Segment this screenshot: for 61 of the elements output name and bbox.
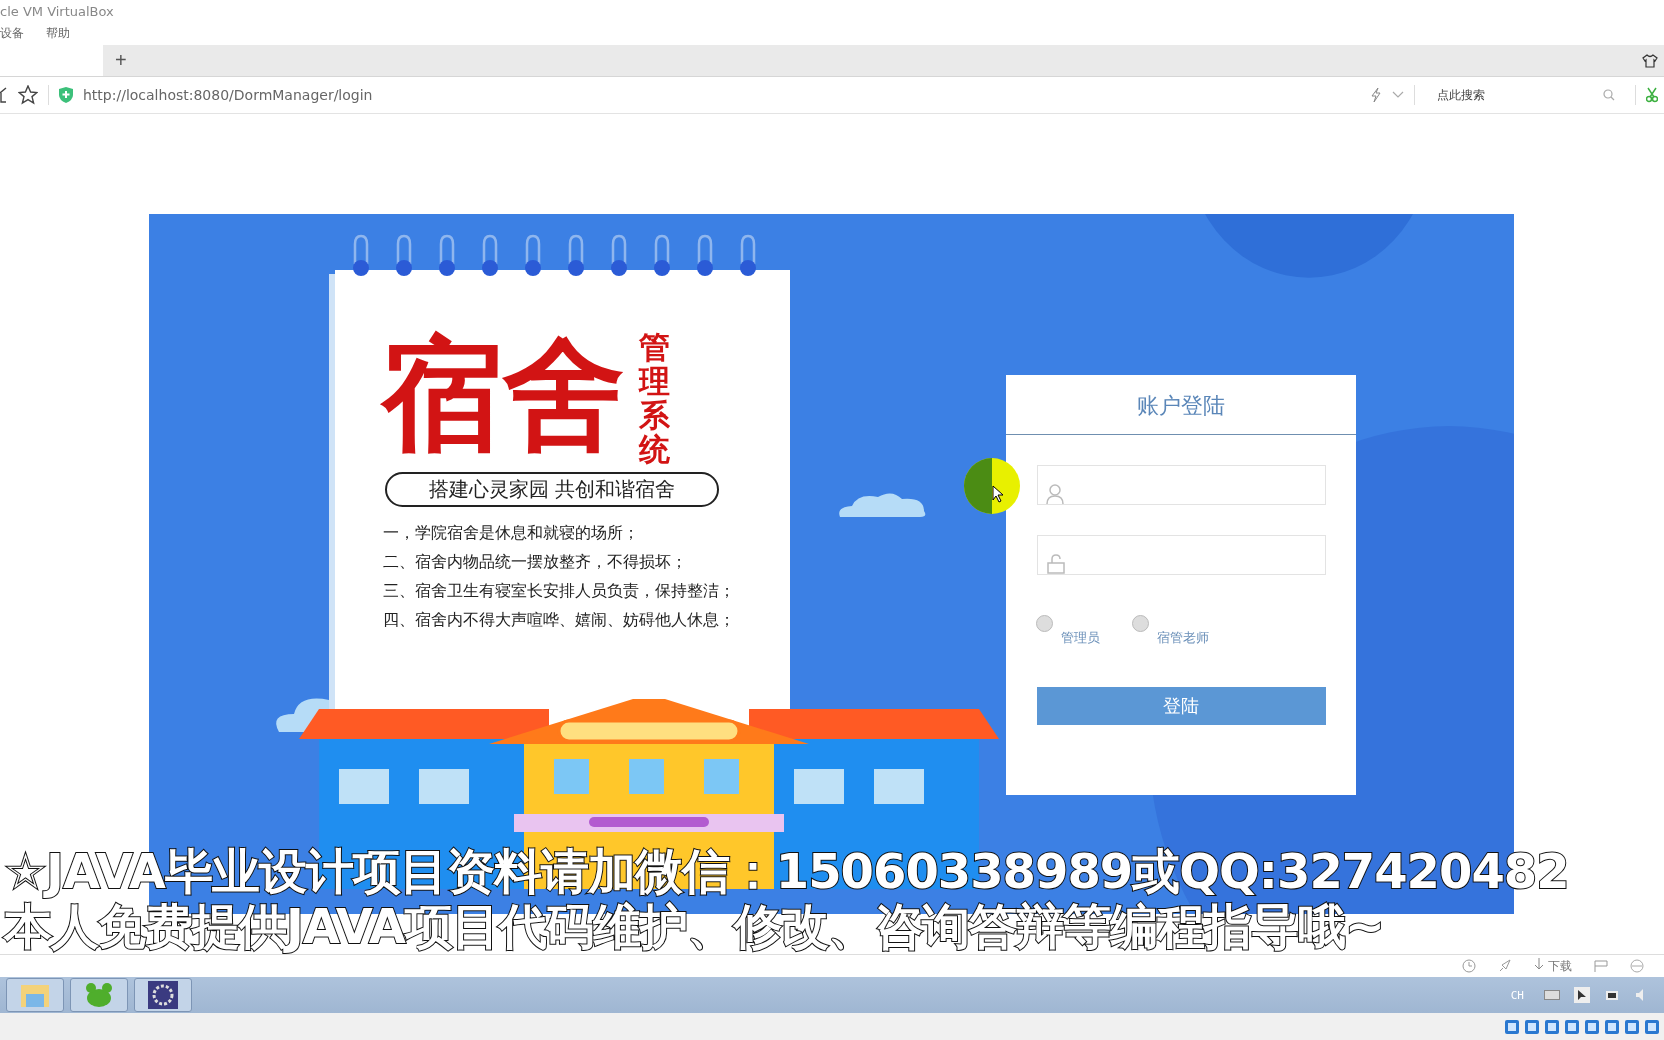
rule-text: 四、宿舍内不得大声喧哗、嬉闹、妨碍他人休息； bbox=[383, 610, 736, 632]
ring-icon bbox=[522, 234, 544, 278]
device-icon[interactable] bbox=[1624, 1018, 1640, 1035]
rule-text: 二、宿舍内物品统一摆放整齐，不得损坏； bbox=[383, 552, 688, 574]
device-icon[interactable] bbox=[1564, 1018, 1580, 1035]
device-icon[interactable] bbox=[1604, 1018, 1620, 1035]
device-icon[interactable] bbox=[1644, 1018, 1660, 1035]
gear-icon bbox=[148, 981, 178, 1009]
device-icon[interactable] bbox=[1504, 1018, 1520, 1035]
chevron-down-icon[interactable] bbox=[1392, 91, 1404, 99]
keyboard-icon[interactable] bbox=[1544, 990, 1560, 1000]
login-title: 账户登陆 bbox=[1006, 375, 1356, 435]
clock-icon[interactable] bbox=[1462, 959, 1477, 973]
menu-item[interactable]: 设备 bbox=[0, 25, 24, 42]
lock-icon bbox=[1045, 554, 1066, 574]
user-icon bbox=[1045, 484, 1064, 504]
download-icon bbox=[1534, 957, 1545, 970]
role-radio[interactable] bbox=[1132, 615, 1149, 632]
poster-subtitle: 管理系统 bbox=[639, 330, 670, 467]
ring-icon bbox=[651, 234, 673, 278]
ring-icon bbox=[393, 234, 415, 278]
ring-icon bbox=[565, 234, 587, 278]
ring-icon bbox=[436, 234, 458, 278]
device-icon[interactable] bbox=[1544, 1018, 1560, 1035]
rocket-icon[interactable] bbox=[1498, 959, 1513, 973]
username-field[interactable] bbox=[1036, 465, 1326, 505]
menu-item[interactable]: 帮助 bbox=[46, 25, 70, 42]
password-field[interactable] bbox=[1036, 535, 1326, 575]
window-title: cle VM VirtualBox bbox=[0, 3, 114, 19]
shirt-icon[interactable] bbox=[1642, 53, 1658, 68]
slogan-banner: 搭建心灵家园 共创和谐宿舍 bbox=[385, 472, 719, 508]
login-button[interactable]: 登陆 bbox=[1036, 687, 1326, 725]
search-icon[interactable] bbox=[1603, 89, 1615, 101]
role-label[interactable]: 宿管老师 bbox=[1157, 629, 1209, 647]
flag-icon[interactable] bbox=[1594, 960, 1608, 972]
ring-icon bbox=[479, 234, 501, 278]
rule-text: 三、宿舍卫生有寝室长安排人员负责，保持整洁； bbox=[383, 581, 736, 603]
ide-taskbar-button[interactable] bbox=[134, 978, 192, 1012]
folder-taskbar-button[interactable] bbox=[6, 978, 64, 1012]
address-field[interactable]: http://localhost:8080/DormManager/login bbox=[83, 87, 373, 103]
browser-icon[interactable] bbox=[1630, 959, 1644, 973]
pointer-icon[interactable] bbox=[1574, 987, 1590, 1003]
home-icon[interactable] bbox=[0, 87, 8, 103]
role-radio[interactable] bbox=[1036, 615, 1053, 632]
ring-icon bbox=[350, 234, 372, 278]
ring-icon bbox=[737, 234, 759, 278]
ring-icon bbox=[694, 234, 716, 278]
download-button[interactable]: 下载 bbox=[1534, 957, 1572, 975]
folder-icon bbox=[20, 982, 50, 1008]
device-icon[interactable] bbox=[1524, 1018, 1540, 1035]
lightning-icon[interactable] bbox=[1370, 87, 1382, 103]
scissors-icon[interactable] bbox=[1646, 87, 1658, 103]
ring-icon bbox=[608, 234, 630, 278]
role-label[interactable]: 管理员 bbox=[1061, 629, 1100, 647]
star-icon[interactable] bbox=[18, 85, 38, 105]
rule-text: 一，学院宿舍是休息和就寝的场所； bbox=[383, 523, 640, 545]
app-taskbar-button[interactable] bbox=[70, 978, 128, 1012]
poster-title: 宿舍 bbox=[381, 330, 625, 459]
shield-icon bbox=[59, 87, 73, 103]
device-icon[interactable] bbox=[1584, 1018, 1600, 1035]
new-tab-button[interactable]: + bbox=[111, 49, 131, 72]
